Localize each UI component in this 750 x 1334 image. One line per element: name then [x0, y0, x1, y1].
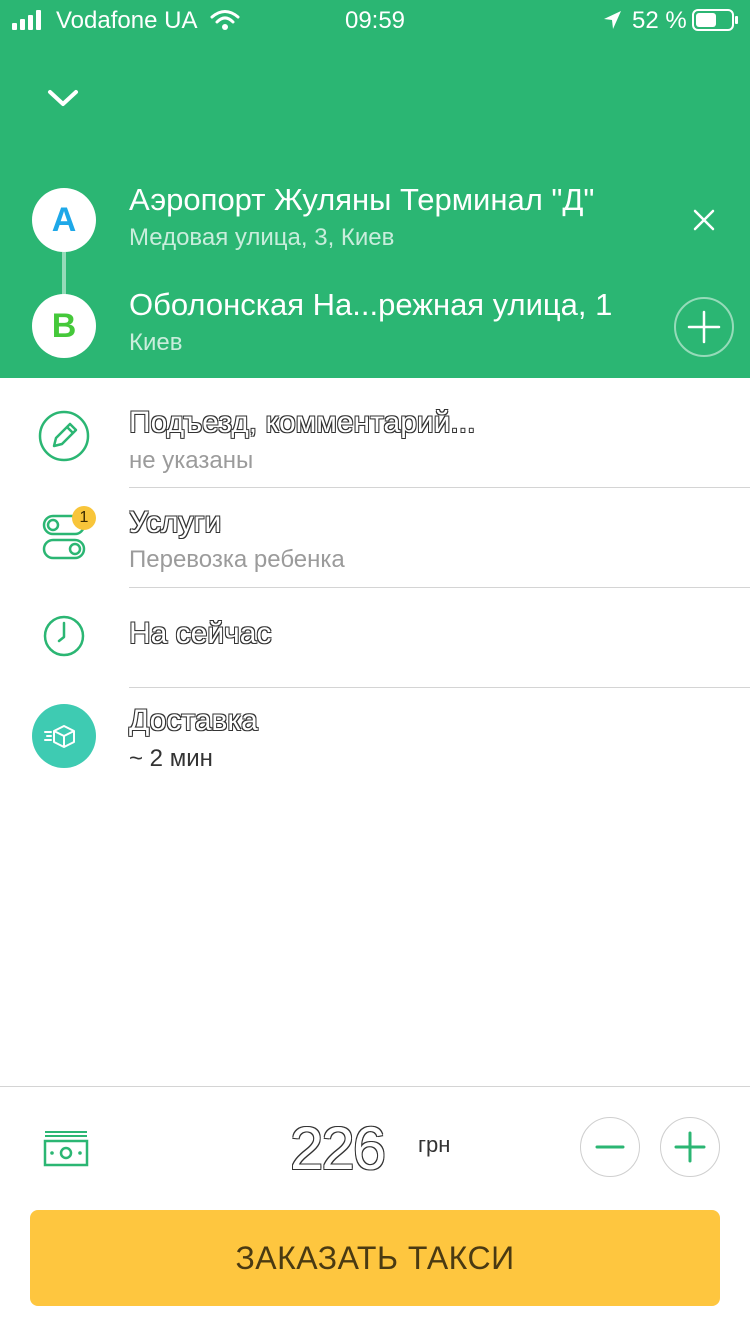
- pencil-icon: [38, 410, 90, 462]
- clock-icon: [43, 615, 85, 657]
- price-currency: грн: [418, 1132, 451, 1157]
- delivery-box-icon: [32, 704, 96, 768]
- time-option[interactable]: На сейчас: [0, 588, 750, 688]
- route-header: Vodafone UA 09:59 52 % A Аэропорт Жуляны…: [0, 0, 750, 378]
- time-option-title: На сейчас: [129, 617, 272, 650]
- battery-icon: [692, 9, 738, 31]
- tariff-option[interactable]: Доставка ~ 2 мин: [0, 688, 750, 778]
- increase-price-button[interactable]: [660, 1117, 720, 1177]
- chevron-down-icon: [48, 90, 78, 106]
- cash-icon[interactable]: [42, 1128, 90, 1168]
- tariff-option-subtitle: ~ 2 мин: [129, 745, 213, 772]
- plus-icon: [687, 310, 721, 344]
- point-a-subtitle: Медовая улица, 3, Киев: [129, 224, 395, 251]
- services-count-badge: 1: [72, 506, 96, 530]
- bottom-divider: [0, 1086, 750, 1087]
- minus-icon: [595, 1145, 625, 1149]
- price-amount: 226: [290, 1115, 386, 1182]
- decrease-price-button[interactable]: [580, 1117, 640, 1177]
- order-taxi-button[interactable]: ЗАКАЗАТЬ ТАКСИ: [30, 1210, 720, 1306]
- status-bar: Vodafone UA 09:59 52 %: [0, 0, 750, 40]
- point-b-title[interactable]: Оболонская На...режная улица, 1: [129, 287, 612, 323]
- collapse-button[interactable]: [36, 74, 90, 122]
- services-option[interactable]: 1 Услуги Перевозка ребенка: [0, 488, 750, 588]
- add-stop-button[interactable]: [674, 297, 734, 357]
- tariff-option-title: Доставка: [129, 704, 258, 737]
- battery-percent: 52 %: [632, 7, 687, 34]
- point-b-subtitle: Киев: [129, 329, 183, 356]
- comment-option-subtitle: не указаны: [129, 447, 254, 474]
- services-option-title: Услуги: [129, 506, 222, 539]
- services-option-subtitle: Перевозка ребенка: [129, 546, 345, 573]
- location-arrow-icon: [604, 11, 621, 29]
- comment-option-title: Подъезд, комментарий...: [129, 406, 476, 439]
- close-icon[interactable]: [686, 202, 722, 238]
- point-a-badge: A: [32, 188, 96, 252]
- comment-option[interactable]: Подъезд, комментарий... не указаны: [0, 388, 750, 488]
- plus-icon: [674, 1131, 706, 1163]
- point-a-title[interactable]: Аэропорт Жуляны Терминал "Д": [129, 182, 594, 218]
- route-connector-line: [62, 252, 66, 296]
- point-b-badge: B: [32, 294, 96, 358]
